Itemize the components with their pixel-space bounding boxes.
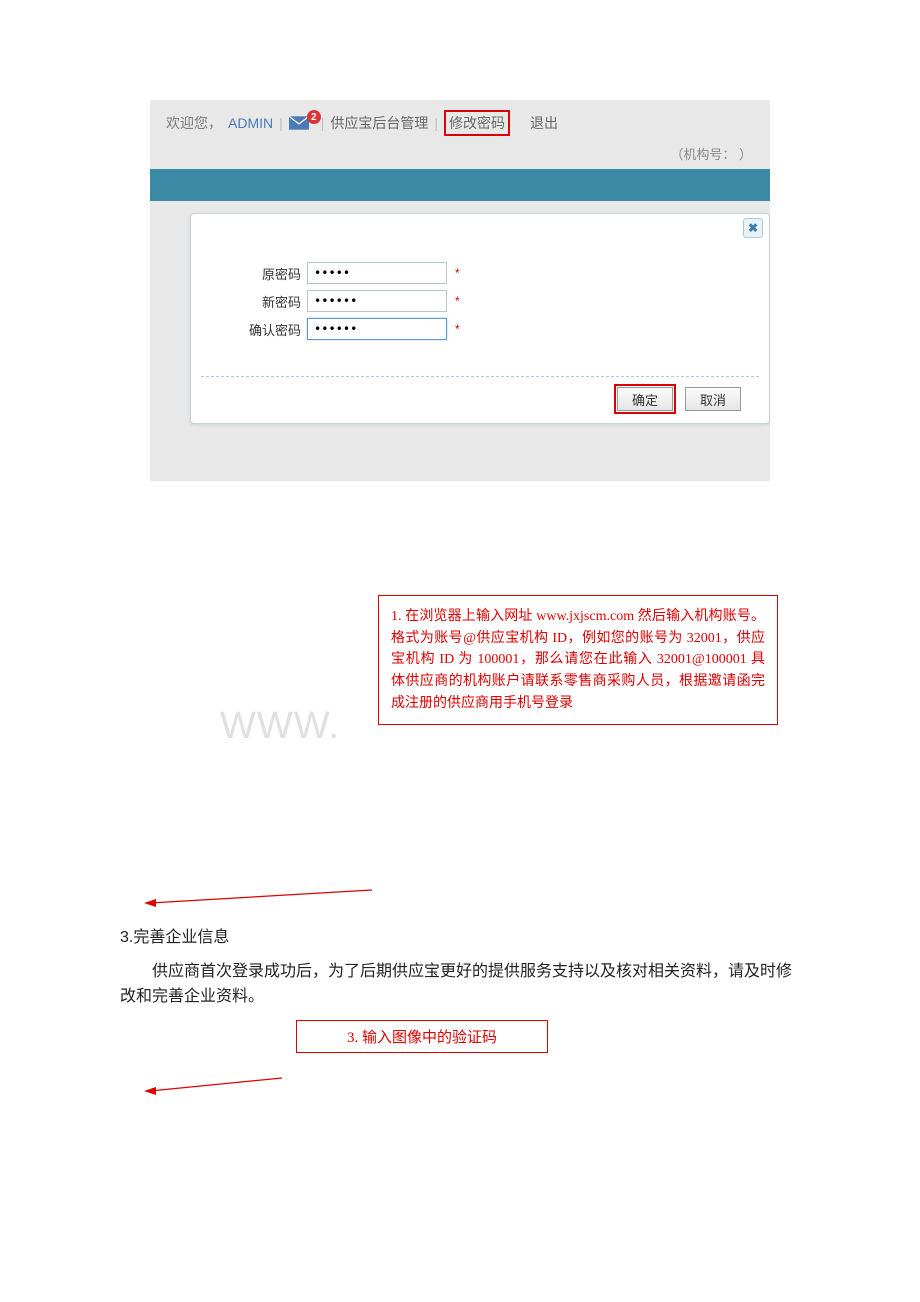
nav-logout[interactable]: 退出 (530, 113, 558, 133)
required-star: * (455, 294, 460, 308)
dialog-separator (201, 376, 759, 377)
separator: | (279, 115, 283, 131)
arrow-left-icon (144, 1076, 284, 1096)
nav-change-password[interactable]: 修改密码 (444, 110, 510, 136)
required-star: * (455, 266, 460, 280)
blue-strip (150, 169, 770, 201)
user-name: ADMIN (228, 115, 273, 131)
welcome-label: 欢迎您， (166, 113, 222, 133)
input-new-password[interactable] (307, 290, 447, 312)
separator: | (321, 115, 325, 131)
annotation-box-2: 3. 输入图像中的验证码 (296, 1020, 548, 1053)
input-confirm-password[interactable] (307, 318, 447, 340)
close-icon[interactable]: ✖ (743, 218, 763, 238)
org-number: （机构号： ） (150, 144, 770, 169)
separator: | (434, 115, 438, 131)
nav-admin[interactable]: 供应宝后台管理 (330, 113, 428, 133)
label-confirm-password: 确认密码 (231, 320, 301, 339)
section-heading: 3.完善企业信息 (120, 926, 800, 951)
form-area: 原密码 * 新密码 * 确认密码 * (201, 222, 759, 358)
input-old-password[interactable] (307, 262, 447, 284)
row-confirm-password: 确认密码 * (231, 318, 739, 340)
app-screenshot: 欢迎您， ADMIN | 2 | 供应宝后台管理 | 修改密码 退出 （机构号：… (150, 100, 770, 481)
row-new-password: 新密码 * (231, 290, 739, 312)
annotation-box-1: 1. 在浏览器上输入网址 www.jxjscm.com 然后输入机构账号。格式为… (378, 595, 778, 725)
ok-button[interactable]: 确定 (617, 387, 673, 411)
watermark-text: WWW. (220, 705, 340, 748)
header-bar: 欢迎您， ADMIN | 2 | 供应宝后台管理 | 修改密码 退出 (150, 100, 770, 144)
mail-badge: 2 (307, 110, 321, 124)
change-password-dialog: ✖ 原密码 * 新密码 * 确认密码 * (190, 213, 770, 424)
cancel-button[interactable]: 取消 (685, 387, 741, 411)
label-new-password: 新密码 (231, 292, 301, 311)
mail-icon[interactable]: 2 (289, 116, 315, 130)
label-old-password: 原密码 (231, 264, 301, 283)
dialog-footer: 确定 取消 (201, 387, 759, 411)
row-old-password: 原密码 * (231, 262, 739, 284)
arrow-left-icon (144, 888, 374, 908)
panel-area: ✖ 原密码 * 新密码 * 确认密码 * (150, 201, 770, 481)
required-star: * (455, 322, 460, 336)
section-paragraph: 供应商首次登录成功后，为了后期供应宝更好的提供服务支持以及核对相关资料，请及时修… (120, 960, 800, 1010)
